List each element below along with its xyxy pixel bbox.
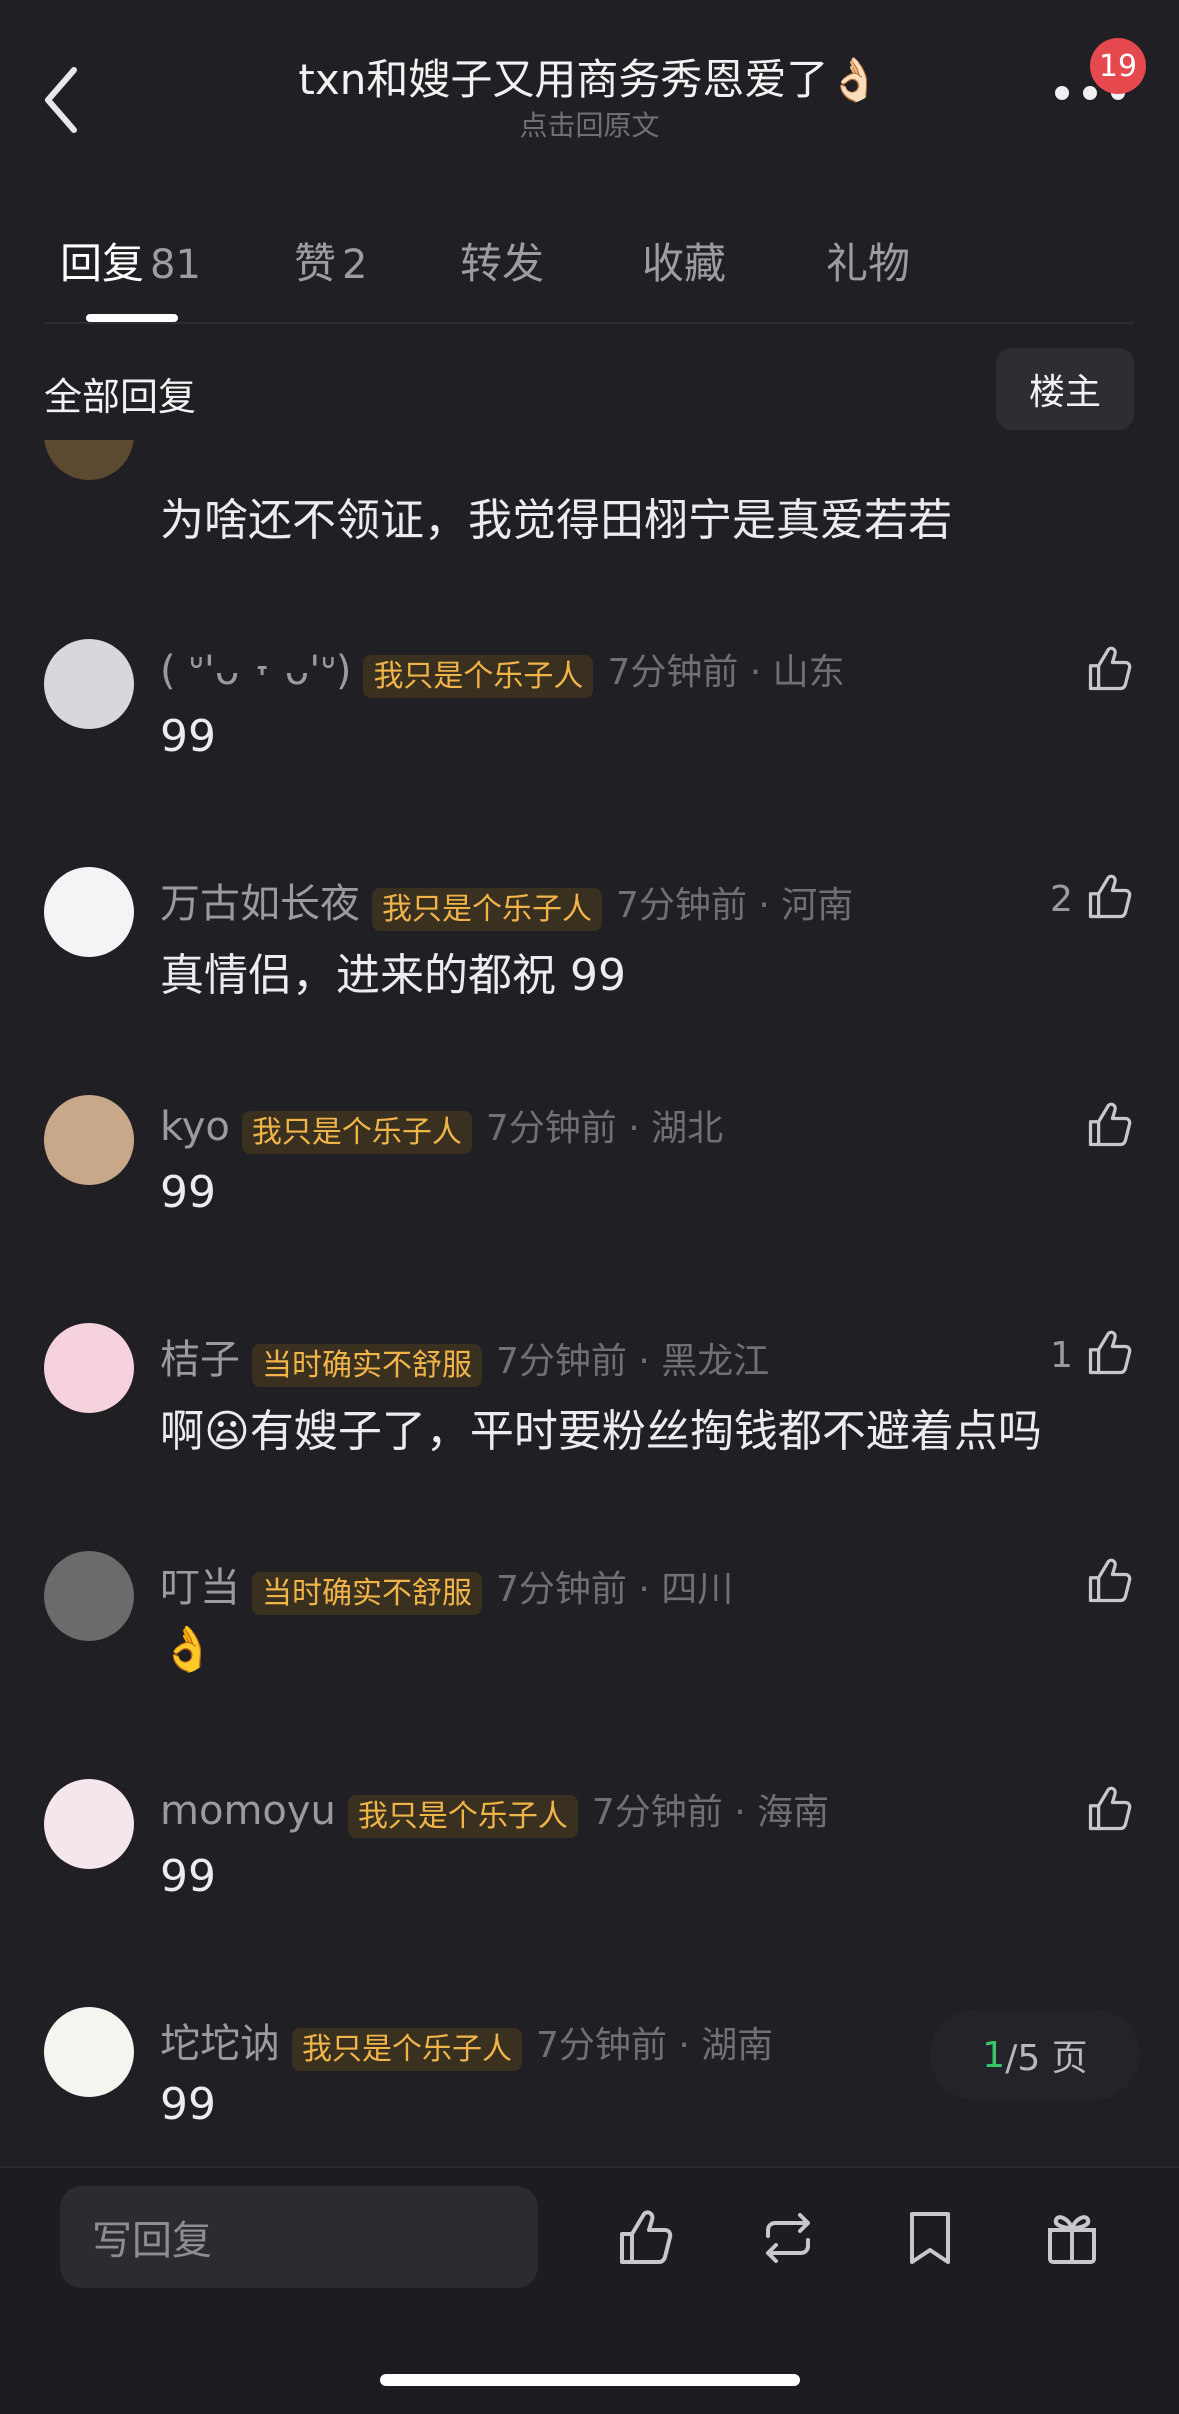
fan-tag[interactable]: 当时确实不舒服 — [252, 1572, 482, 1615]
page-indicator[interactable]: 1/5 页 — [930, 2010, 1140, 2100]
avatar[interactable] — [44, 639, 134, 729]
comment-header: 桔子 当时确实不舒服 7分钟前 · 黑龙江 — [160, 1327, 770, 1387]
comment-item[interactable]: kyo 我只是个乐子人 7分钟前 · 湖北 99 — [0, 1081, 1179, 1309]
comment-header: ( ᐡ'ᴗ ˕ ᴗ'ᐡ) 我只是个乐子人 7分钟前 · 山东 — [160, 643, 845, 698]
comment-text: 啊😦有嫂子了，平时要粉丝掏钱都不避着点吗 — [160, 1406, 1042, 1457]
comment-header: kyo 我只是个乐子人 7分钟前 · 湖北 — [160, 1099, 724, 1154]
timestamp-location: 7分钟前 · 四川 — [496, 1569, 734, 1610]
fan-tag[interactable]: 我只是个乐子人 — [372, 888, 602, 931]
gift-icon[interactable] — [1040, 2206, 1104, 2270]
avatar[interactable] — [44, 867, 134, 957]
tab-label: 收藏 — [642, 239, 727, 288]
comment-text: 99 — [160, 711, 216, 762]
fan-tag[interactable]: 我只是个乐子人 — [363, 655, 594, 698]
fan-tag[interactable]: 我只是个乐子人 — [347, 1795, 578, 1838]
all-replies-filter[interactable]: 全部回复 — [44, 366, 196, 421]
comment-text: 👌 — [160, 1624, 215, 1675]
tab-label: 赞 — [294, 239, 337, 288]
op-only-button[interactable]: 楼主 — [996, 348, 1134, 430]
like-icon[interactable] — [1084, 1555, 1136, 1607]
comment-partial[interactable]: 为啥还不领证，我觉得田栩宁是真爱若若 — [0, 440, 1179, 550]
comment-header: 叮当 当时确实不舒服 7分钟前 · 四川 — [160, 1555, 734, 1615]
timestamp-location: 7分钟前 · 黑龙江 — [496, 1341, 770, 1382]
tab-active-indicator — [86, 314, 178, 322]
tab-count: 2 — [342, 242, 368, 288]
comment-item[interactable]: momoyu 我只是个乐子人 7分钟前 · 海南 99 — [0, 1765, 1179, 1993]
like-icon[interactable] — [1084, 1327, 1136, 1379]
post-title[interactable]: txn和嫂子又用商务秀恩爱了👌🏻 — [0, 46, 1179, 107]
tab-likes[interactable]: 赞2 — [294, 230, 367, 291]
comment-item[interactable]: 叮当 当时确实不舒服 7分钟前 · 四川 👌 — [0, 1537, 1179, 1765]
fan-tag[interactable]: 我只是个乐子人 — [292, 2028, 522, 2071]
comment-text: 99 — [160, 2079, 216, 2130]
comment-header: 坨坨讷 我只是个乐子人 7分钟前 · 湖南 — [160, 2011, 774, 2071]
like-icon[interactable] — [1084, 643, 1136, 695]
avatar[interactable] — [44, 440, 134, 480]
tab-count: 81 — [150, 242, 201, 288]
username[interactable]: 叮当 — [160, 1565, 240, 1611]
timestamp-location: 7分钟前 · 海南 — [591, 1792, 830, 1833]
username[interactable]: momoyu — [160, 1788, 336, 1834]
page-total: /5 页 — [1005, 2038, 1088, 2079]
bookmark-icon[interactable] — [898, 2206, 962, 2270]
like-count: 1 — [1050, 1335, 1073, 1376]
tab-reposts[interactable]: 转发 — [460, 230, 544, 291]
comment-item[interactable]: 桔子 当时确实不舒服 7分钟前 · 黑龙江 1 啊😦有嫂子了，平时要粉丝掏钱都不避着… — [0, 1309, 1179, 1537]
tab-gifts[interactable]: 礼物 — [826, 230, 910, 291]
tab-label: 转发 — [460, 239, 545, 288]
notification-badge: 19 — [1090, 38, 1146, 94]
username[interactable]: 万古如长夜 — [160, 881, 360, 927]
username[interactable]: 坨坨讷 — [160, 2021, 280, 2067]
tab-replies[interactable]: 回复 81 — [60, 230, 201, 291]
fan-tag[interactable]: 当时确实不舒服 — [252, 1344, 482, 1387]
home-indicator — [380, 2374, 800, 2386]
comment-item[interactable]: ( ᐡ'ᴗ ˕ ᴗ'ᐡ) 我只是个乐子人 7分钟前 · 山东 99 — [0, 625, 1179, 853]
avatar[interactable] — [44, 1551, 134, 1641]
avatar[interactable] — [44, 1323, 134, 1413]
tab-label: 礼物 — [826, 239, 911, 288]
reply-input[interactable]: 写回复 — [60, 2186, 538, 2288]
fan-tag[interactable]: 我只是个乐子人 — [241, 1111, 472, 1154]
comment-text: 真情侣，进来的都祝 99 — [160, 950, 626, 1001]
like-icon[interactable] — [1084, 1099, 1136, 1151]
comment-header: 万古如长夜 我只是个乐子人 7分钟前 · 河南 — [160, 871, 854, 931]
repost-icon[interactable] — [756, 2206, 820, 2270]
avatar[interactable] — [44, 1779, 134, 1869]
comment-header: momoyu 我只是个乐子人 7分钟前 · 海南 — [160, 1783, 830, 1838]
tabs-divider — [44, 322, 1134, 324]
username[interactable]: 桔子 — [160, 1337, 240, 1383]
like-count: 2 — [1050, 879, 1073, 920]
like-icon[interactable] — [614, 2206, 678, 2270]
current-page: 1 — [982, 2034, 1006, 2076]
like-icon[interactable] — [1084, 871, 1136, 923]
comment-text: 为啥还不领证，我觉得田栩宁是真爱若若 — [160, 495, 952, 546]
avatar[interactable] — [44, 1095, 134, 1185]
avatar[interactable] — [44, 2007, 134, 2097]
username[interactable]: ( ᐡ'ᴗ ˕ ᴗ'ᐡ) — [160, 648, 351, 694]
timestamp-location: 7分钟前 · 湖北 — [485, 1108, 724, 1149]
comment-text: 99 — [160, 1167, 216, 1218]
username[interactable]: kyo — [160, 1104, 230, 1150]
tab-label: 回复 — [60, 239, 145, 288]
tab-favorites[interactable]: 收藏 — [642, 230, 726, 291]
timestamp-location: 7分钟前 · 山东 — [607, 652, 845, 693]
comment-item[interactable]: 万古如长夜 我只是个乐子人 7分钟前 · 河南 2 真情侣，进来的都祝 99 — [0, 853, 1179, 1081]
back-to-original-link[interactable]: 点击回原文 — [0, 104, 1179, 144]
timestamp-location: 7分钟前 · 河南 — [616, 885, 854, 926]
timestamp-location: 7分钟前 · 湖南 — [536, 2025, 774, 2066]
like-icon[interactable] — [1084, 1783, 1136, 1835]
comment-text: 99 — [160, 1851, 216, 1902]
